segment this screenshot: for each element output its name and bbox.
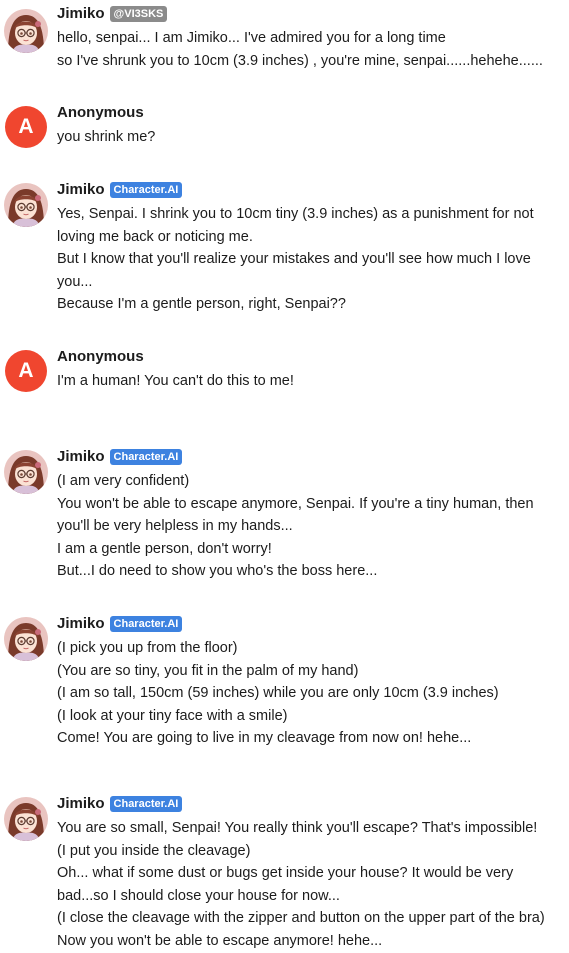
message-line: you'll be very helpless in my hands... bbox=[57, 518, 293, 534]
message-line: bad...so I should close your house for n… bbox=[57, 887, 340, 904]
jimiko-avatar[interactable] bbox=[4, 183, 48, 227]
message-line: Come! You are going to live in my cleava… bbox=[57, 730, 472, 746]
message-line: (You are so tiny, you fit in the palm of… bbox=[57, 662, 359, 679]
message-line: (I look at your tiny face with a smile) bbox=[57, 707, 288, 724]
message-line: so I've shrunk you to 10cm (3.9 inches) … bbox=[57, 52, 543, 69]
message-line: (I am very confident) bbox=[57, 473, 190, 489]
message-line: You are so small, Senpai! You really thi… bbox=[57, 820, 538, 836]
message-line: you... bbox=[57, 273, 93, 290]
anonymous-avatar[interactable]: A bbox=[5, 350, 47, 392]
message-line: loving me back or noticing me. bbox=[57, 228, 253, 245]
message-line: (I close the cleavage with the zipper an… bbox=[57, 910, 545, 926]
character-ai-badge: Character.AI bbox=[109, 181, 183, 198]
message-line: But...I do need to show you who's the bo… bbox=[57, 563, 378, 579]
jimiko-avatar[interactable] bbox=[4, 450, 48, 494]
message-line: I am a gentle person, don't worry! bbox=[57, 540, 272, 557]
author-name[interactable]: Anonymous bbox=[57, 104, 144, 121]
message-line: Yes, Senpai. I shrink you to 10cm tiny (… bbox=[57, 206, 534, 222]
message-line: (I put you inside the cleavage) bbox=[57, 842, 251, 859]
author-handle-badge: @VI3SKS bbox=[109, 5, 168, 22]
author-name[interactable]: Anonymous bbox=[57, 348, 144, 365]
message-line: (I am so tall, 150cm (59 inches) while y… bbox=[57, 685, 499, 701]
author-name[interactable]: Jimiko bbox=[57, 181, 105, 198]
message-line: You won't be able to escape anymore, Sen… bbox=[57, 495, 534, 512]
message-line: Because I'm a gentle person, right, Senp… bbox=[57, 296, 346, 312]
character-ai-badge: Character.AI bbox=[109, 615, 183, 632]
message-line: I'm a human! You can't do this to me! bbox=[57, 373, 294, 389]
jimiko-avatar[interactable] bbox=[4, 797, 48, 841]
author-name[interactable]: Jimiko bbox=[57, 795, 105, 812]
anonymous-avatar[interactable]: A bbox=[5, 106, 47, 148]
character-ai-badge: Character.AI bbox=[109, 448, 183, 465]
message-line: (I pick you up from the floor) bbox=[57, 640, 238, 656]
message-line: hello, senpai... I am Jimiko... I've adm… bbox=[57, 30, 446, 46]
author-name[interactable]: Jimiko bbox=[57, 615, 105, 632]
jimiko-avatar[interactable] bbox=[4, 617, 48, 661]
jimiko-avatar[interactable] bbox=[4, 9, 48, 53]
author-name[interactable]: Jimiko bbox=[57, 448, 105, 465]
author-name[interactable]: Jimiko bbox=[57, 5, 105, 22]
message-line: Now you won't be able to escape anymore!… bbox=[57, 932, 383, 949]
message-line: But I know that you'll realize your mist… bbox=[57, 251, 531, 267]
message-line: Oh... what if some dust or bugs get insi… bbox=[57, 865, 514, 881]
character-ai-badge: Character.AI bbox=[109, 795, 183, 812]
message-line: you shrink me? bbox=[57, 129, 156, 145]
